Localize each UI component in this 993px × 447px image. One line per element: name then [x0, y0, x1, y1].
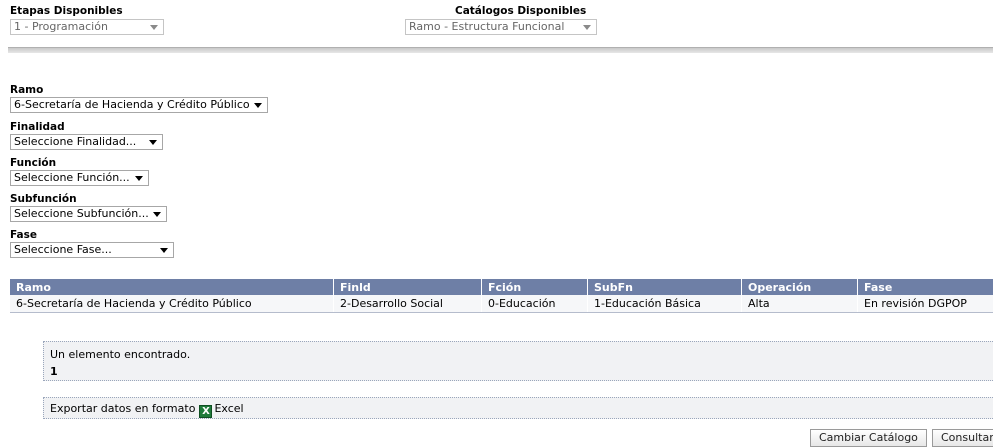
subfuncion-label: Subfunción: [10, 193, 77, 205]
ramo-select-value: 6-Secretaría de Hacienda y Crédito Públi…: [14, 98, 250, 111]
etapas-label: Etapas Disponibles: [10, 5, 123, 17]
section-divider: [8, 47, 993, 53]
fase-select[interactable]: Seleccione Fase...: [10, 242, 174, 258]
column-header-operacion[interactable]: Operación: [742, 279, 858, 295]
table-cell-operacion: Alta: [742, 295, 858, 313]
table-header-row: Ramo Finld Fción SubFn Operación Fase: [10, 279, 993, 295]
table-cell-subfuncion: 1-Educación Básica: [588, 295, 742, 313]
finalidad-select-value: Seleccione Finalidad...: [14, 135, 136, 148]
chevron-down-icon: [583, 25, 591, 30]
funcion-label: Función: [10, 157, 56, 169]
finalidad-select[interactable]: Seleccione Finalidad...: [10, 134, 163, 150]
export-excel-link[interactable]: Excel: [214, 402, 243, 415]
chevron-down-icon: [160, 248, 168, 253]
column-header-fase[interactable]: Fase: [858, 279, 993, 295]
column-header-finalidad[interactable]: Finld: [334, 279, 482, 295]
catalogos-select[interactable]: Ramo - Estructura Funcional: [405, 19, 597, 35]
table-cell-finalidad: 2-Desarrollo Social: [334, 295, 482, 313]
column-header-subfuncion[interactable]: SubFn: [588, 279, 742, 295]
table-cell-ramo: 6-Secretaría de Hacienda y Crédito Públi…: [10, 295, 334, 313]
export-text: Exportar datos en formato: [50, 402, 195, 415]
catalogos-select-value: Ramo - Estructura Funcional: [409, 20, 564, 33]
export-box: Exportar datos en formato XExcel: [43, 397, 993, 419]
funcion-select-value: Seleccione Función...: [14, 171, 130, 184]
excel-icon[interactable]: X: [199, 405, 212, 418]
column-header-ramo[interactable]: Ramo: [10, 279, 334, 295]
table-cell-fase: En revisión DGPOP: [858, 295, 993, 313]
ramo-select[interactable]: 6-Secretaría de Hacienda y Crédito Públi…: [10, 97, 268, 113]
column-header-funcion[interactable]: Fción: [482, 279, 588, 295]
consultar-button[interactable]: Consultar: [932, 429, 993, 447]
pagination-page-link[interactable]: 1: [50, 365, 58, 378]
funcion-select[interactable]: Seleccione Función...: [10, 170, 149, 186]
results-info-box: Un elemento encontrado. 1: [43, 341, 993, 381]
subfuncion-select[interactable]: Seleccione Subfunción...: [10, 206, 167, 222]
fase-select-value: Seleccione Fase...: [14, 243, 112, 256]
etapas-select[interactable]: 1 - Programación: [10, 19, 164, 35]
chevron-down-icon: [150, 25, 158, 30]
ramo-label: Ramo: [10, 84, 43, 96]
catalogos-label: Catálogos Disponibles: [455, 5, 586, 17]
chevron-down-icon: [153, 212, 161, 217]
results-table: Ramo Finld Fción SubFn Operación Fase 6-…: [10, 279, 993, 313]
finalidad-label: Finalidad: [10, 121, 65, 133]
chevron-down-icon: [149, 140, 157, 145]
cambiar-catalogo-button[interactable]: Cambiar Catálogo: [810, 429, 927, 447]
export-row: Exportar datos en formato XExcel: [50, 402, 244, 418]
table-cell-funcion: 0-Educación: [482, 295, 588, 313]
table-row[interactable]: 6-Secretaría de Hacienda y Crédito Públi…: [10, 295, 993, 313]
subfuncion-select-value: Seleccione Subfunción...: [14, 207, 149, 220]
results-message: Un elemento encontrado.: [50, 348, 190, 361]
fase-label: Fase: [10, 229, 37, 241]
chevron-down-icon: [254, 103, 262, 108]
chevron-down-icon: [135, 176, 143, 181]
etapas-select-value: 1 - Programación: [14, 20, 108, 33]
